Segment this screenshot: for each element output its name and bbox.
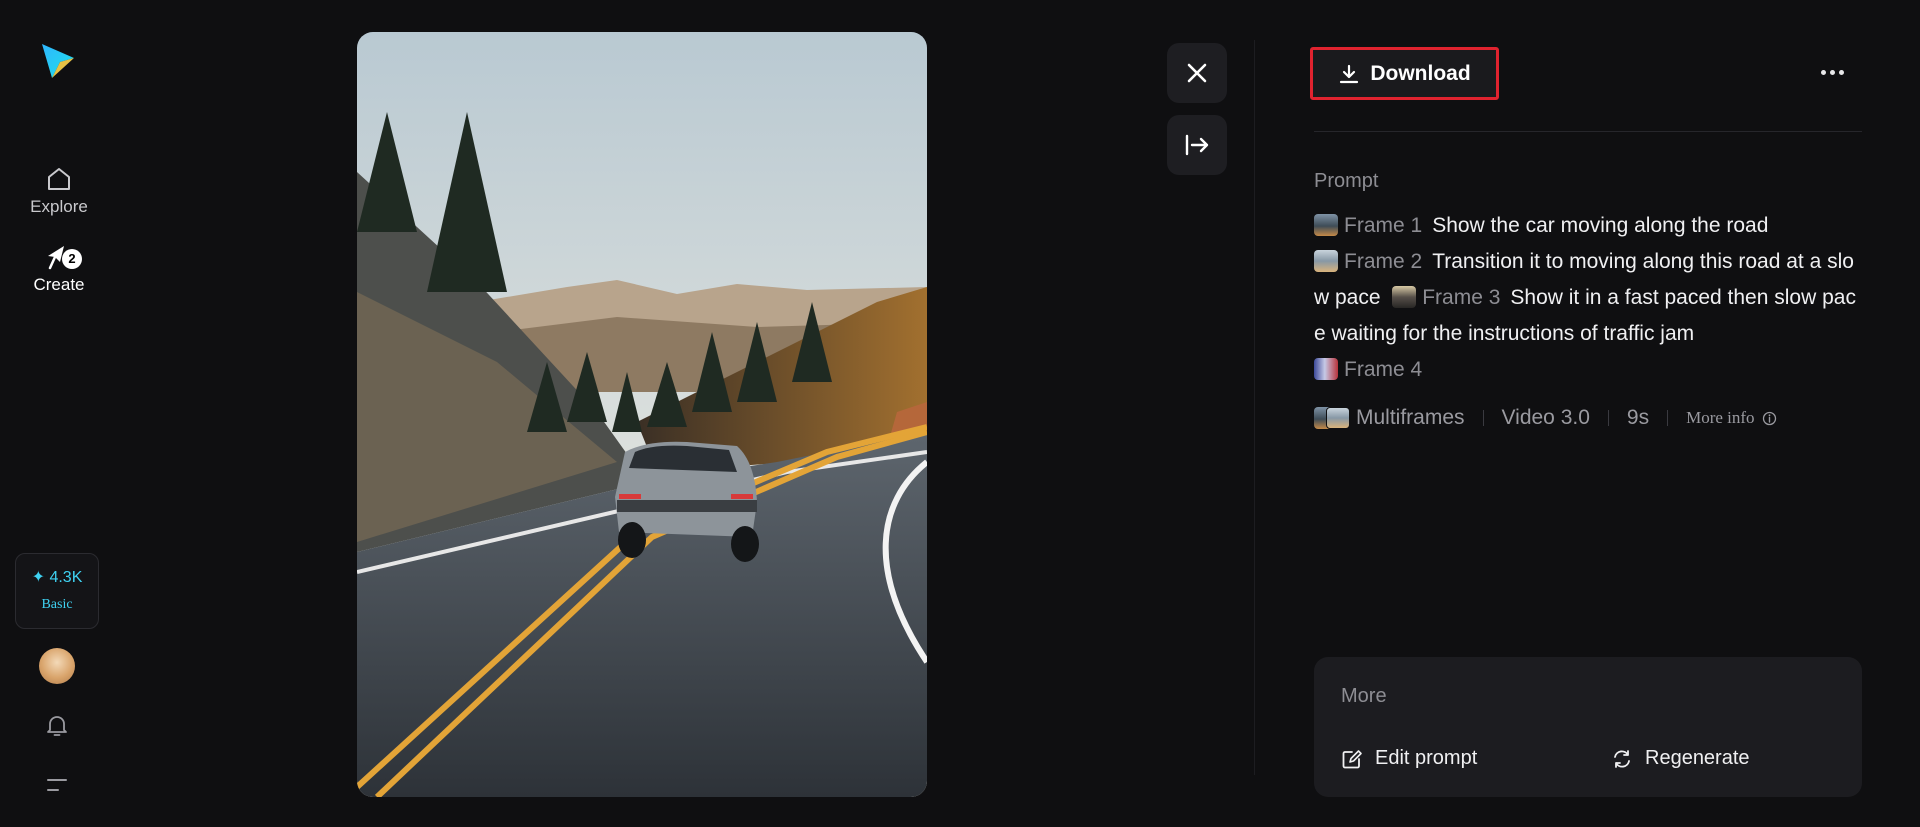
model-label: Video 3.0	[1501, 406, 1590, 429]
prompt-label: Prompt	[1314, 170, 1379, 192]
panel-divider	[1254, 40, 1255, 775]
frame-thumbnail[interactable]	[1392, 286, 1417, 308]
sidebar-item-create[interactable]: 2 Create	[14, 242, 104, 295]
sidebar-item-label: Explore	[30, 197, 88, 216]
frame-text-1: Show the car moving along the road	[1432, 214, 1769, 237]
frame-ref-3[interactable]: Frame 3	[1422, 286, 1500, 309]
edit-prompt-label: Edit prompt	[1375, 747, 1478, 769]
plan-label: Basic	[41, 597, 73, 612]
bell-icon[interactable]	[43, 711, 71, 739]
credits-amount: ✦ 4.3K	[31, 569, 83, 586]
download-button[interactable]: Download	[1310, 47, 1499, 100]
close-icon	[1187, 63, 1207, 83]
sidebar-item-explore[interactable]: Explore	[14, 164, 104, 217]
mode-thumbnails	[1314, 406, 1350, 430]
video-preview[interactable]	[357, 32, 927, 797]
frame-thumbnail[interactable]	[1314, 250, 1338, 272]
prompt-text: Frame 1 Show the car moving along the roa…	[1314, 208, 1864, 388]
more-card-title: More	[1341, 685, 1387, 707]
edit-prompt-button[interactable]: Edit prompt	[1341, 747, 1477, 770]
regenerate-button[interactable]: Regenerate	[1611, 747, 1750, 770]
collapse-panel-button[interactable]	[1167, 115, 1227, 175]
preview-image	[357, 32, 927, 797]
sidebar: Explore 2 Create ✦ 4.3K Basic	[0, 0, 118, 827]
more-info-link[interactable]: More info	[1686, 408, 1776, 428]
home-icon	[44, 164, 74, 194]
sidebar-item-label: Create	[33, 275, 85, 294]
generation-meta: Multiframes Video 3.0 9s More info	[1314, 404, 1777, 432]
info-icon	[1762, 411, 1776, 425]
app-root: Explore 2 Create ✦ 4.3K Basic Download P…	[0, 0, 1920, 827]
credits-badge[interactable]: ✦ 4.3K Basic	[15, 553, 99, 629]
regenerate-label: Regenerate	[1645, 747, 1750, 769]
download-label: Download	[1370, 61, 1471, 85]
frame-thumbnail[interactable]	[1314, 214, 1338, 236]
duration-label: 9s	[1626, 406, 1650, 429]
ellipsis-icon	[1820, 69, 1826, 75]
close-button[interactable]	[1167, 43, 1227, 103]
logo-icon[interactable]	[36, 40, 78, 82]
frame-thumbnail[interactable]	[1314, 358, 1338, 380]
regenerate-icon	[1614, 749, 1630, 768]
menu-icon[interactable]	[45, 775, 69, 795]
edit-icon	[1342, 749, 1362, 768]
download-icon	[1340, 64, 1359, 83]
avatar[interactable]	[39, 648, 75, 684]
create-count-badge: 2	[62, 249, 82, 269]
more-info-label: More info	[1686, 408, 1755, 427]
create-icon: 2	[44, 242, 82, 272]
frame-ref-4[interactable]: Frame 4	[1344, 358, 1422, 381]
frame-ref-1[interactable]: Frame 1	[1344, 214, 1422, 237]
mode-label: Multiframes	[1356, 406, 1465, 429]
header-divider	[1314, 131, 1862, 132]
more-options-button[interactable]	[1815, 60, 1849, 84]
more-actions-card: More Edit prompt Regenerate	[1314, 657, 1862, 797]
arrow-right-bar-icon	[1185, 134, 1209, 156]
frame-ref-2[interactable]: Frame 2	[1344, 250, 1422, 273]
